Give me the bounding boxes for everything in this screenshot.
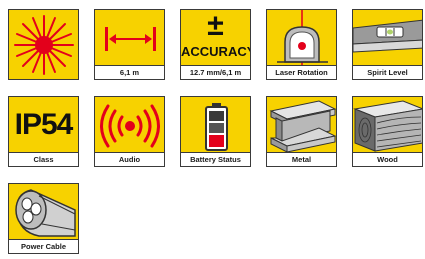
tile-power-cable: Power Cable: [8, 183, 79, 254]
metal-caption: Metal: [267, 152, 336, 166]
tile-laser: [8, 9, 79, 80]
accuracy-caption: 12.7 mm/6,1 m: [181, 65, 250, 79]
battery-status-caption: Battery Status: [181, 152, 250, 166]
tile-ip-class: IP54 Class: [8, 96, 79, 167]
tile-spirit-level: Spirit Level: [352, 9, 423, 80]
tile-laser-rotation: Laser Rotation: [266, 9, 337, 80]
plus-minus-symbol: ±: [207, 9, 224, 42]
laser-rotation-caption: Laser Rotation: [267, 65, 336, 79]
tile-wood: Wood: [352, 96, 423, 167]
tile-metal: Metal: [266, 96, 337, 167]
tile-battery-status: Battery Status: [180, 96, 251, 167]
accuracy-title: ACCURACY: [181, 44, 251, 59]
audio-caption: Audio: [95, 152, 164, 166]
tile-range: 6,1 m: [94, 9, 165, 80]
power-cable-caption: Power Cable: [9, 239, 78, 253]
spirit-level-caption: Spirit Level: [353, 65, 422, 79]
ip-class-caption: Class: [9, 152, 78, 166]
tile-accuracy: ± ACCURACY 12.7 mm/6,1 m: [180, 9, 251, 80]
wood-caption: Wood: [353, 152, 422, 166]
laser-icon: [14, 15, 74, 75]
range-caption: 6,1 m: [95, 65, 164, 79]
ip-rating-text: IP54: [14, 108, 74, 141]
tile-audio: Audio: [94, 96, 165, 167]
